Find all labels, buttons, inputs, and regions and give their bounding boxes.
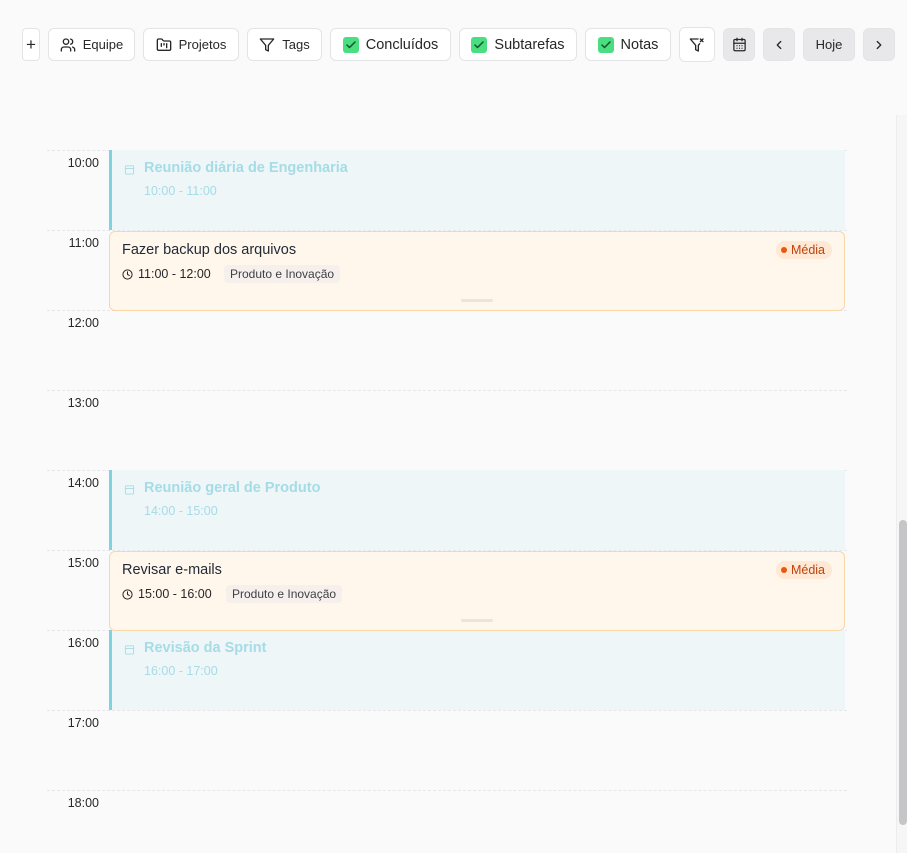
meeting-time: 16:00 - 17:00	[144, 664, 218, 678]
task-event[interactable]: Revisar e-mails 15:00 - 16:00 Produto e …	[109, 551, 845, 631]
priority-dot	[780, 247, 787, 253]
meeting-title: Reunião geral de Produto	[144, 480, 321, 496]
hour-slot[interactable]	[47, 790, 847, 853]
task-time-text: 15:00 - 16:00	[138, 587, 212, 601]
chevron-right-icon	[872, 38, 886, 52]
completed-checkbox[interactable]	[342, 36, 359, 53]
hour-label: 11:00	[68, 236, 99, 250]
calendar-view-button[interactable]	[723, 28, 755, 61]
hour-label: 12:00	[67, 316, 99, 330]
project-tag: Produto e Inovação	[226, 585, 343, 603]
meeting-event[interactable]: Revisão da Sprint 16:00 - 17:00	[109, 630, 845, 710]
today-label: Hoje	[815, 37, 843, 52]
task-time-text: 11:00 - 12:00	[138, 267, 211, 281]
hour-slot[interactable]	[47, 710, 847, 790]
scrollbar-thumb[interactable]	[899, 520, 907, 825]
completed-toggle-label: Concluídos	[365, 36, 439, 53]
check-icon	[600, 40, 611, 48]
hour-slot[interactable]	[47, 310, 847, 390]
notes-toggle[interactable]: Notas	[585, 28, 671, 61]
calendar-icon	[124, 642, 135, 660]
chevron-left-icon	[772, 38, 786, 52]
hour-slot[interactable]	[47, 390, 847, 470]
meeting-time: 10:00 - 11:00	[144, 184, 217, 198]
notes-checkbox[interactable]	[597, 36, 614, 53]
hour-label: 16:00	[67, 636, 99, 650]
task-title: Fazer backup dos arquivos	[122, 242, 297, 258]
next-day-button[interactable]	[863, 28, 895, 61]
hour-label: 10:00	[67, 156, 99, 170]
task-time: 11:00 - 12:00	[122, 267, 211, 281]
task-event[interactable]: Fazer backup dos arquivos 11:00 - 12:00 …	[109, 231, 845, 311]
tags-filter-label: Tags	[282, 37, 310, 52]
calendar-icon	[124, 482, 135, 500]
add-button[interactable]: +	[22, 28, 40, 61]
folder-kanban-icon	[156, 37, 172, 53]
calendar-icon	[732, 37, 747, 52]
check-icon	[474, 40, 485, 48]
hour-label: 13:00	[67, 396, 99, 410]
clock-icon	[122, 268, 133, 280]
team-filter-button[interactable]: Equipe	[48, 28, 135, 61]
clear-filters-button[interactable]	[679, 27, 715, 62]
priority-label: Média	[790, 563, 825, 577]
users-icon	[60, 37, 76, 53]
subtasks-toggle[interactable]: Subtarefas	[459, 28, 577, 61]
hour-label: 14:00	[67, 476, 99, 490]
priority-badge: Média	[775, 241, 832, 259]
previous-day-button[interactable]	[763, 28, 795, 61]
meeting-event[interactable]: Reunião diária de Engenharia 10:00 - 11:…	[109, 150, 845, 230]
hour-label: 18:00	[67, 796, 99, 810]
check-icon	[345, 40, 356, 48]
completed-toggle[interactable]: Concluídos	[330, 28, 451, 61]
priority-label: Média	[790, 243, 825, 257]
add-label: +	[26, 34, 36, 54]
meeting-title: Reunião diária de Engenharia	[144, 160, 348, 176]
tags-filter-button[interactable]: Tags	[247, 28, 322, 61]
subtasks-checkbox[interactable]	[471, 36, 488, 53]
clock-icon	[122, 588, 133, 600]
subtasks-toggle-label: Subtarefas	[494, 36, 565, 53]
task-time: 15:00 - 16:00	[122, 587, 212, 601]
filter-icon	[259, 37, 275, 53]
meeting-event[interactable]: Reunião geral de Produto 14:00 - 15:00	[109, 470, 845, 550]
scrollbar-track[interactable]	[896, 115, 907, 853]
priority-dot	[780, 567, 787, 573]
today-button[interactable]: Hoje	[803, 28, 855, 61]
resize-handle[interactable]	[461, 619, 493, 622]
team-filter-label: Equipe	[82, 37, 124, 52]
projects-filter-label: Projetos	[178, 37, 227, 52]
priority-badge: Média	[775, 561, 832, 579]
filter-x-icon	[689, 37, 705, 53]
calendar-icon	[124, 162, 135, 180]
meeting-title: Revisão da Sprint	[144, 640, 267, 656]
task-title: Revisar e-mails	[122, 562, 222, 578]
projects-filter-button[interactable]: Projetos	[143, 28, 239, 61]
hour-label: 15:00	[67, 556, 99, 570]
meeting-time: 14:00 - 15:00	[144, 504, 218, 518]
resize-handle[interactable]	[461, 299, 493, 302]
hour-label: 17:00	[67, 716, 99, 730]
project-tag: Produto e Inovação	[224, 265, 341, 283]
notes-toggle-label: Notas	[620, 36, 659, 53]
